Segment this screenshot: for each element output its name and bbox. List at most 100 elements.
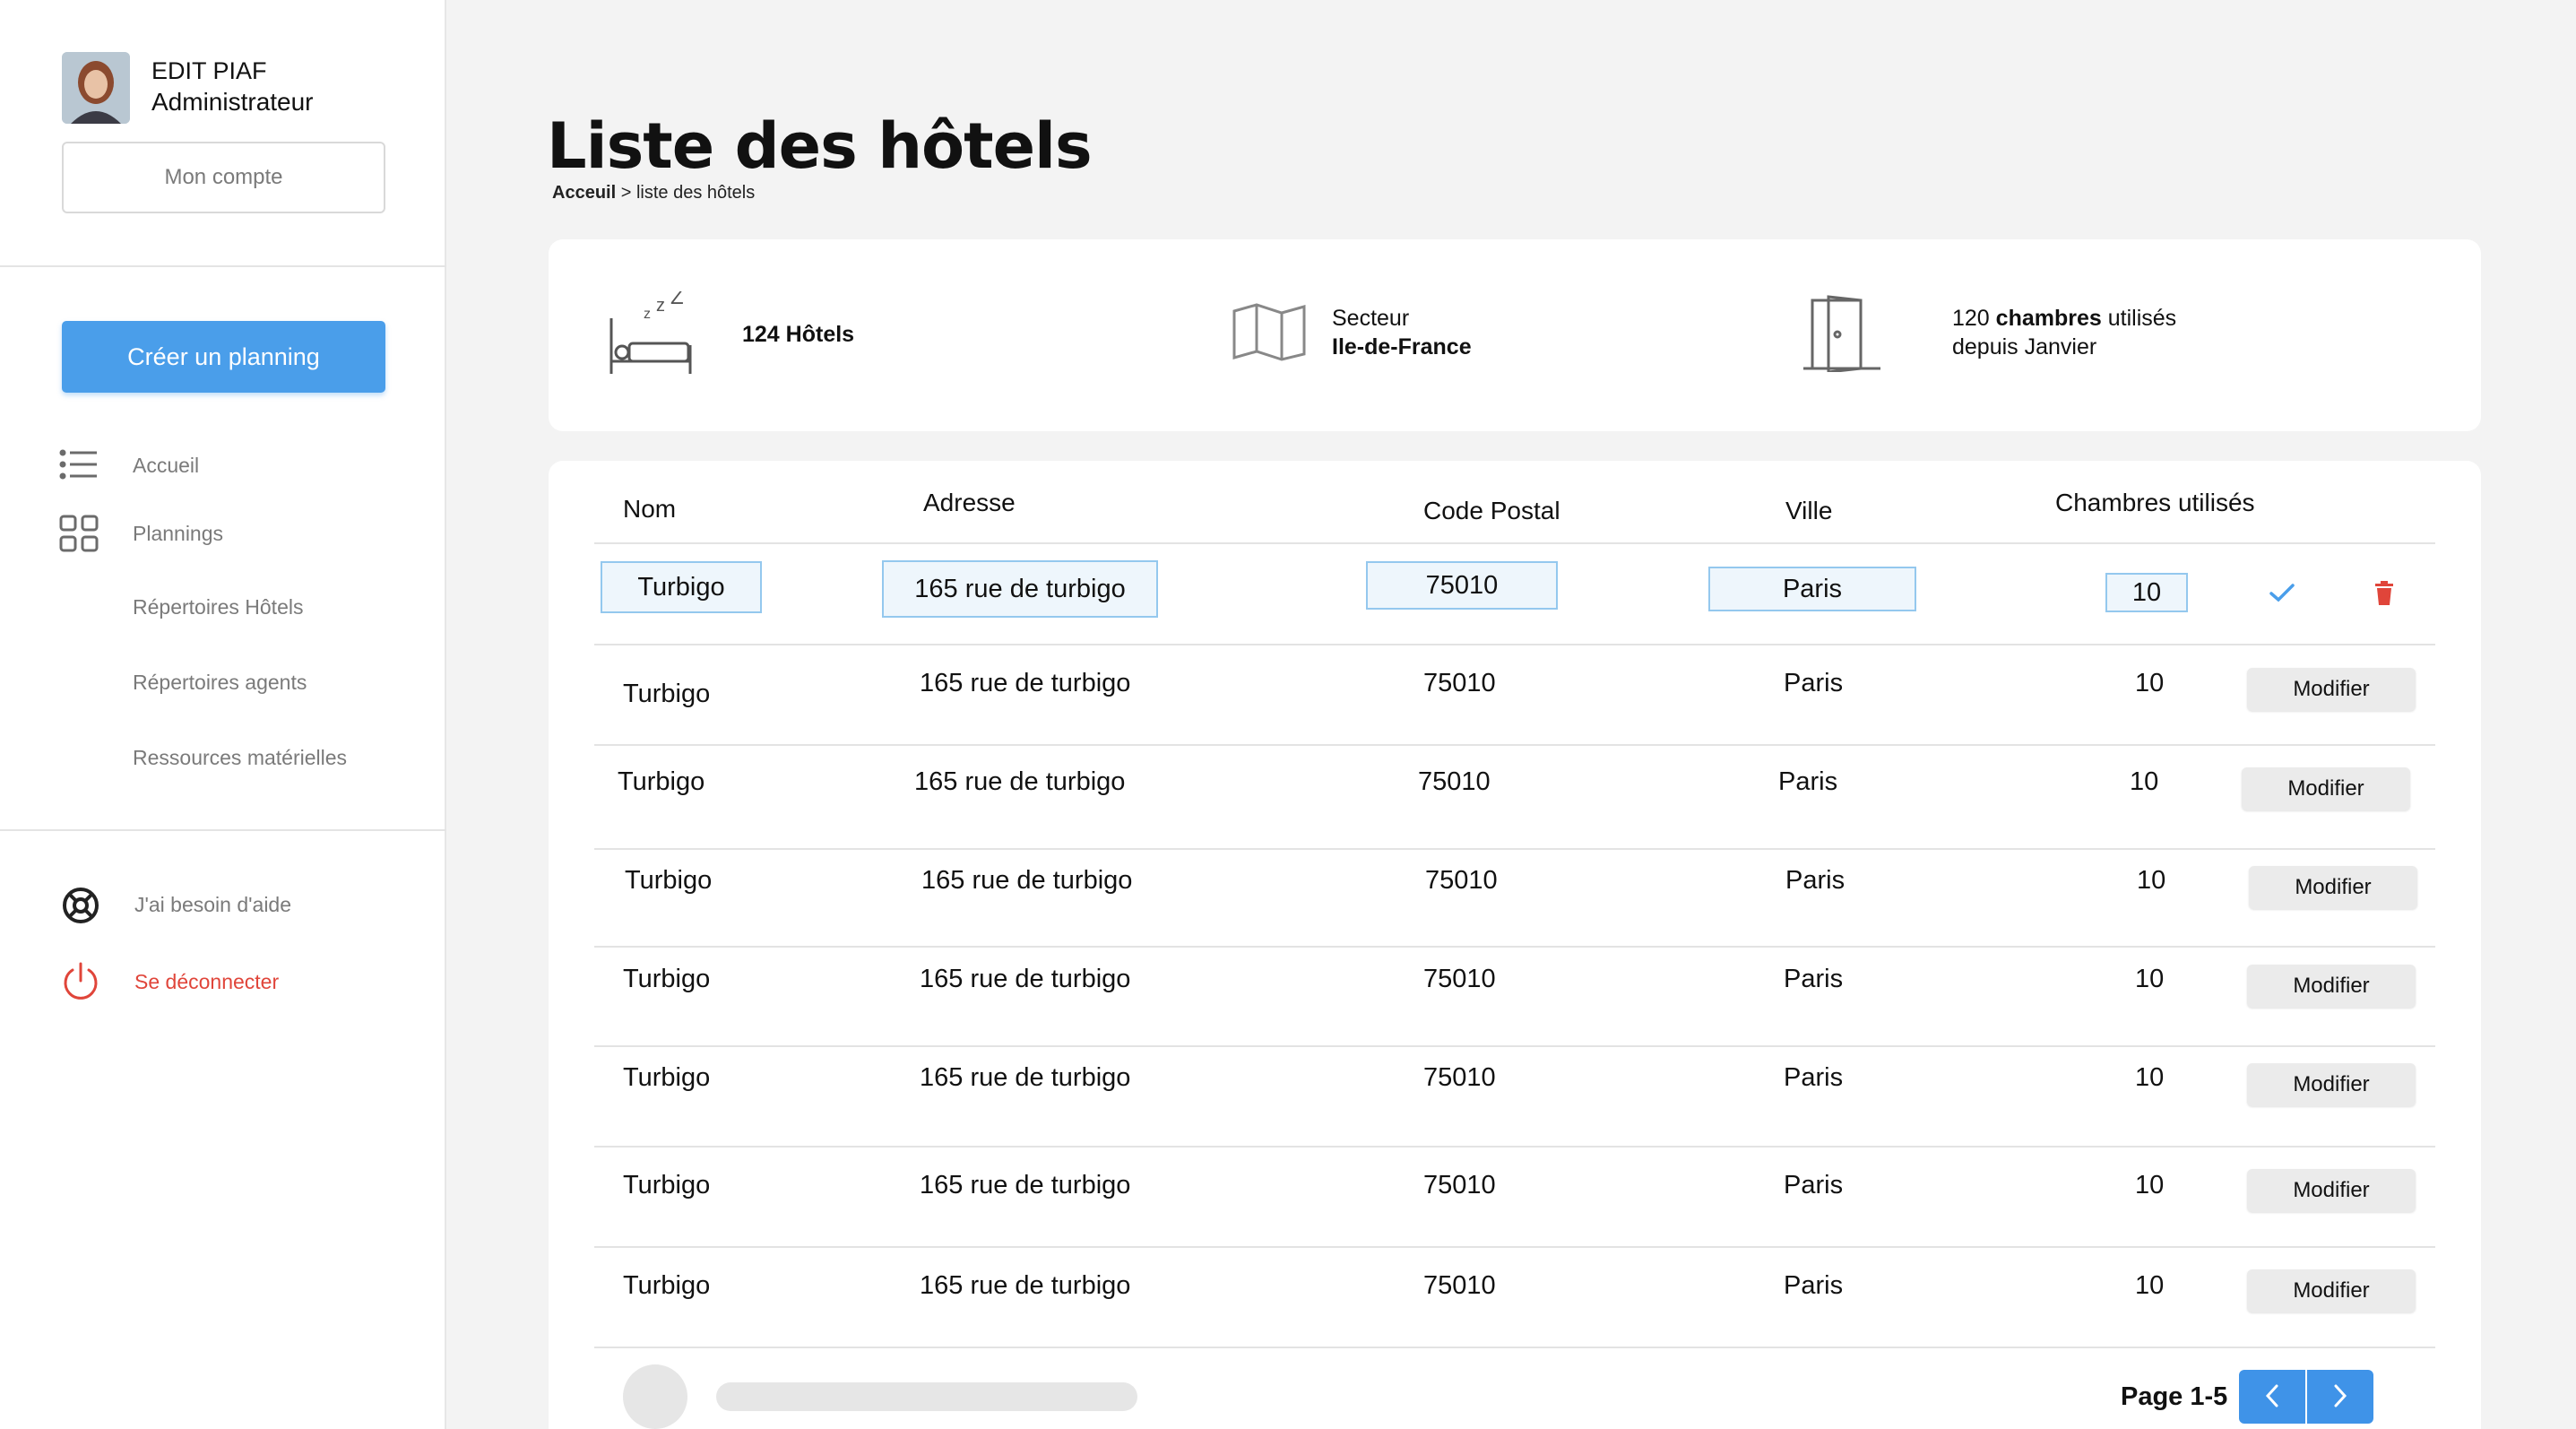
cell-chambres: 10 — [2135, 1063, 2165, 1092]
cell-code-postal: 75010 — [1423, 669, 1496, 697]
user-name: EDIT PIAF — [151, 57, 267, 84]
row-divider — [594, 848, 2435, 850]
confirm-check-icon[interactable] — [2268, 581, 2296, 609]
cell-code-postal: 75010 — [1423, 1171, 1496, 1199]
list-icon — [59, 448, 99, 485]
sidebar-item-label: J'ai besoin d'aide — [134, 893, 292, 916]
door-icon — [1802, 293, 1882, 377]
sidebar-item-label: Plannings — [133, 522, 224, 545]
code-postal-input[interactable]: 75010 — [1366, 561, 1558, 610]
avatar[interactable] — [62, 52, 130, 124]
cell-adresse: 165 rue de turbigo — [921, 866, 1133, 895]
cell-ville: Paris — [1784, 1171, 1844, 1199]
cell-chambres: 10 — [2130, 767, 2159, 796]
sidebar-item-label: Se déconnecter — [134, 970, 280, 993]
column-header-chambres[interactable]: Chambres utilisés — [2055, 489, 2255, 517]
cell-ville: Paris — [1784, 1271, 1844, 1300]
pagination-label: Page 1-5 — [2121, 1382, 2228, 1411]
sidebar-divider — [0, 265, 446, 267]
cell-code-postal: 75010 — [1418, 767, 1491, 796]
svg-text:Z: Z — [670, 291, 684, 309]
breadcrumb-current: > liste des hôtels — [620, 183, 756, 203]
cell-nom: Turbigo — [625, 866, 713, 895]
cell-nom: Turbigo — [623, 965, 711, 993]
sidebar-item-repertoires-hotels[interactable]: Répertoires Hôtels — [133, 595, 303, 619]
row-divider — [594, 1045, 2435, 1047]
previous-page-button[interactable] — [2239, 1370, 2305, 1424]
lifebuoy-icon — [61, 886, 100, 930]
column-header-nom[interactable]: Nom — [623, 495, 676, 524]
breadcrumb: Acceuil > liste des hôtels — [552, 183, 755, 204]
column-header-adresse[interactable]: Adresse — [923, 489, 1016, 517]
cell-chambres: 10 — [2135, 1271, 2165, 1300]
modify-button[interactable]: Modifier — [2247, 1269, 2416, 1312]
breadcrumb-root[interactable]: Acceuil — [552, 183, 616, 203]
modify-button[interactable]: Modifier — [2242, 767, 2410, 810]
modify-button[interactable]: Modifier — [2247, 1169, 2416, 1212]
modify-button[interactable]: Modifier — [2247, 965, 2416, 1008]
chambres-input[interactable]: 10 — [2105, 573, 2188, 612]
stat-sector: Secteur Ile-de-France — [1332, 306, 1472, 359]
cell-ville: Paris — [1784, 669, 1844, 697]
column-header-ville[interactable]: Ville — [1785, 497, 1832, 525]
user-role: Administrateur — [151, 88, 314, 116]
cell-nom: Turbigo — [623, 1063, 711, 1092]
row-divider — [594, 542, 2435, 544]
cell-adresse: 165 rue de turbigo — [920, 669, 1131, 697]
modify-button[interactable]: Modifier — [2247, 668, 2416, 711]
stat-hotels: 124 Hôtels — [742, 322, 855, 347]
account-button[interactable]: Mon compte — [62, 142, 385, 213]
row-divider — [594, 644, 2435, 645]
column-header-code-postal[interactable]: Code Postal — [1423, 497, 1560, 525]
next-page-button[interactable] — [2307, 1370, 2373, 1424]
row-divider — [594, 1246, 2435, 1248]
delete-trash-icon[interactable] — [2373, 581, 2395, 611]
cell-nom: Turbigo — [623, 1271, 711, 1300]
cell-code-postal: 75010 — [1425, 866, 1498, 895]
create-planning-button[interactable]: Créer un planning — [62, 321, 385, 393]
modify-button[interactable]: Modifier — [2249, 866, 2417, 909]
chevron-left-icon — [2262, 1382, 2282, 1412]
power-icon — [61, 961, 100, 1007]
chevron-right-icon — [2330, 1382, 2350, 1412]
sidebar-item-label: Accueil — [133, 454, 200, 477]
ville-input[interactable]: Paris — [1708, 567, 1916, 611]
sidebar: EDIT PIAF Administrateur Mon compte Crée… — [0, 0, 446, 1429]
cell-chambres: 10 — [2135, 669, 2165, 697]
svg-text:z: z — [656, 296, 665, 316]
map-icon — [1232, 302, 1307, 366]
cell-adresse: 165 rue de turbigo — [920, 965, 1131, 993]
cell-code-postal: 75010 — [1423, 1271, 1496, 1300]
svg-text:z: z — [644, 307, 651, 322]
cell-chambres: 10 — [2135, 1171, 2165, 1199]
cell-chambres: 10 — [2135, 965, 2165, 993]
adresse-input[interactable]: 165 rue de turbigo — [882, 560, 1158, 618]
cell-nom: Turbigo — [623, 1171, 711, 1199]
cell-ville: Paris — [1778, 767, 1838, 796]
skeleton-bar — [716, 1382, 1137, 1411]
row-divider — [594, 1146, 2435, 1148]
modify-button[interactable]: Modifier — [2247, 1063, 2416, 1106]
cell-adresse: 165 rue de turbigo — [920, 1271, 1131, 1300]
sidebar-divider — [0, 829, 446, 831]
cell-ville: Paris — [1784, 1063, 1844, 1092]
stats-card: z z Z 124 Hôtels Secteur Ile-de-France 1… — [549, 239, 2481, 431]
grid-icon — [59, 515, 99, 557]
cell-adresse: 165 rue de turbigo — [920, 1171, 1131, 1199]
cell-ville: Paris — [1784, 965, 1844, 993]
sidebar-item-ressources-materielles[interactable]: Ressources matérielles — [133, 746, 347, 770]
cell-chambres: 10 — [2137, 866, 2166, 895]
cell-ville: Paris — [1785, 866, 1846, 895]
stat-rooms: 120 chambres utilisés depuis Janvier — [1952, 306, 2177, 359]
page-title: Liste des hôtels — [547, 109, 1093, 183]
cell-adresse: 165 rue de turbigo — [914, 767, 1126, 796]
cell-adresse: 165 rue de turbigo — [920, 1063, 1131, 1092]
cell-code-postal: 75010 — [1423, 1063, 1496, 1092]
sidebar-item-repertoires-agents[interactable]: Répertoires agents — [133, 671, 307, 695]
nom-input[interactable]: Turbigo — [601, 561, 762, 613]
row-divider — [594, 1347, 2435, 1348]
row-divider — [594, 946, 2435, 948]
cell-nom: Turbigo — [623, 680, 711, 708]
bed-icon: z z Z — [608, 285, 694, 382]
row-divider — [594, 744, 2435, 746]
